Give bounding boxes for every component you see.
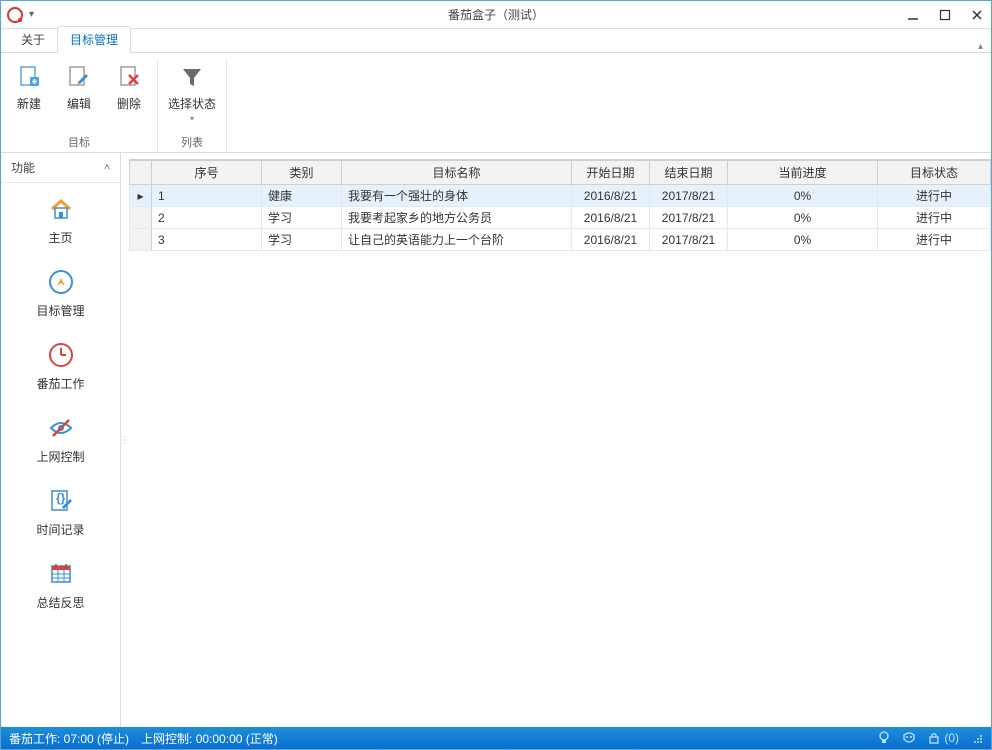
content-area: 序号 类别 目标名称 开始日期 结束日期 当前进度 目标状态 ▸ 1 健康 我要: [129, 153, 991, 727]
splitter[interactable]: ⋮: [121, 153, 129, 727]
file-edit-icon: [65, 63, 93, 91]
home-icon: [47, 195, 75, 223]
close-icon: [971, 9, 983, 21]
row-indicator-icon: ▸: [130, 185, 152, 207]
col-start[interactable]: 开始日期: [572, 161, 650, 185]
table-row[interactable]: ▸ 1 健康 我要有一个强壮的身体 2016/8/21 2017/8/21 0%…: [130, 185, 991, 207]
col-state[interactable]: 目标状态: [878, 161, 991, 185]
chevron-up-icon: ˄: [104, 162, 110, 173]
nav-panel: 功能 ˄ 主页 目标管理 番茄工作 上网控制: [1, 153, 121, 727]
tab-goals[interactable]: 目标管理: [57, 26, 131, 53]
note-edit-icon: {}: [47, 487, 75, 515]
app-icon: [7, 7, 23, 23]
work-area: 功能 ˄ 主页 目标管理 番茄工作 上网控制: [1, 153, 991, 727]
select-state-button[interactable]: 选择状态 ▾: [166, 59, 218, 134]
title-bar: ▾ 番茄盒子（测试）: [1, 1, 991, 29]
compass-icon: [47, 268, 75, 296]
status-tomato: 番茄工作: 07:00 (停止): [9, 730, 129, 747]
mask-icon[interactable]: [902, 731, 916, 745]
maximize-icon: [939, 9, 951, 21]
funnel-icon: [178, 63, 206, 91]
ribbon-tabs: 关于 目标管理 ▴: [1, 29, 991, 53]
ribbon-group-list-label: 列表: [181, 134, 203, 150]
lock-icon: [928, 731, 940, 745]
close-button[interactable]: [969, 7, 985, 23]
table-header-row: 序号 类别 目标名称 开始日期 结束日期 当前进度 目标状态: [130, 161, 991, 185]
status-bar: 番茄工作: 07:00 (停止) 上网控制: 00:00:00 (正常) (0): [1, 727, 991, 749]
window-title: 番茄盒子（测试）: [448, 6, 544, 23]
lock-status[interactable]: (0): [928, 731, 959, 745]
nav-item-home[interactable]: 主页: [1, 183, 120, 256]
file-delete-icon: [115, 63, 143, 91]
ribbon: 新建 编辑 删除 目标 选择状态 ▾: [1, 53, 991, 153]
svg-text:{}: {}: [56, 491, 66, 505]
nav-item-net[interactable]: 上网控制: [1, 402, 120, 475]
eye-off-icon: [47, 414, 75, 442]
col-name[interactable]: 目标名称: [342, 161, 572, 185]
nav-header-label: 功能: [11, 159, 35, 176]
bulb-icon[interactable]: [878, 731, 890, 745]
col-progress[interactable]: 当前进度: [728, 161, 878, 185]
minimize-icon: [907, 9, 919, 21]
col-seq[interactable]: 序号: [152, 161, 262, 185]
col-cat[interactable]: 类别: [262, 161, 342, 185]
status-net: 上网控制: 00:00:00 (正常): [141, 730, 278, 747]
row-header-col: [130, 161, 152, 185]
new-button[interactable]: 新建: [9, 59, 49, 134]
calendar-icon: [47, 560, 75, 588]
ribbon-group-list: 选择状态 ▾ 列表: [158, 59, 227, 152]
chevron-down-icon: ▾: [190, 114, 194, 123]
edit-button[interactable]: 编辑: [59, 59, 99, 134]
nav-item-tomato[interactable]: 番茄工作: [1, 329, 120, 402]
lock-count: (0): [944, 731, 959, 745]
table-row[interactable]: 3 学习 让自己的英语能力上一个台阶 2016/8/21 2017/8/21 0…: [130, 229, 991, 251]
tab-about[interactable]: 关于: [9, 27, 57, 52]
resize-grip-icon[interactable]: [971, 732, 983, 744]
nav-item-goals[interactable]: 目标管理: [1, 256, 120, 329]
nav-header[interactable]: 功能 ˄: [1, 153, 120, 183]
nav-item-time[interactable]: {} 时间记录: [1, 475, 120, 548]
clock-icon: [47, 341, 75, 369]
delete-button[interactable]: 删除: [109, 59, 149, 134]
table-row[interactable]: 2 学习 我要考起家乡的地方公务员 2016/8/21 2017/8/21 0%…: [130, 207, 991, 229]
minimize-button[interactable]: [905, 7, 921, 23]
file-new-icon: [15, 63, 43, 91]
goals-table: 序号 类别 目标名称 开始日期 结束日期 当前进度 目标状态 ▸ 1 健康 我要: [129, 160, 991, 251]
ribbon-group-goal: 新建 编辑 删除 目标: [1, 59, 158, 152]
ribbon-group-goal-label: 目标: [68, 134, 90, 150]
ribbon-collapse-icon[interactable]: ▴: [978, 41, 983, 52]
col-end[interactable]: 结束日期: [650, 161, 728, 185]
qat-dropdown-icon[interactable]: ▾: [29, 9, 41, 20]
nav-item-summary[interactable]: 总结反思: [1, 548, 120, 621]
maximize-button[interactable]: [937, 7, 953, 23]
